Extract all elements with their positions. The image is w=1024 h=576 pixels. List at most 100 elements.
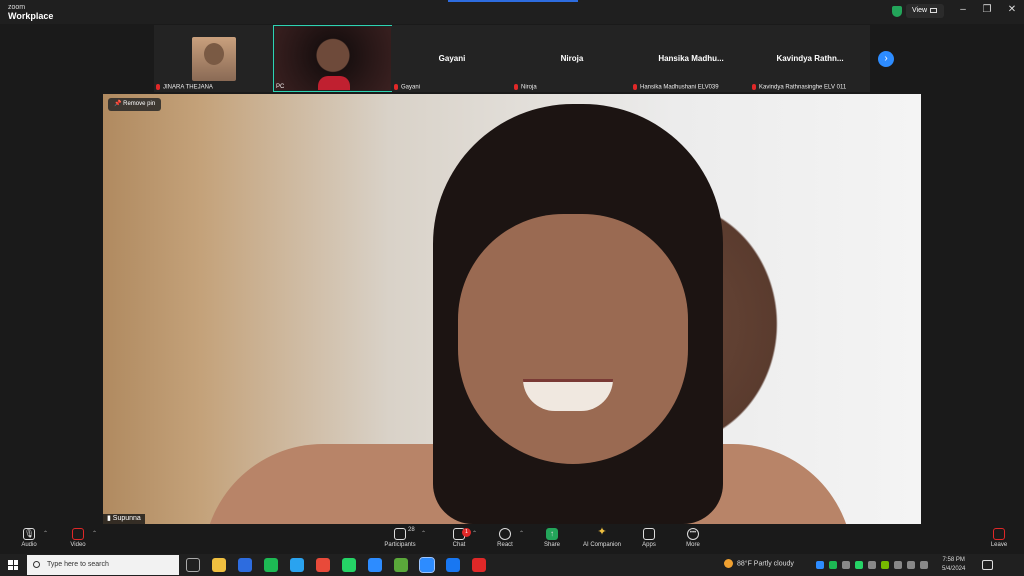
clock-time: 7:58 PM bbox=[942, 557, 965, 563]
participant-tile[interactable]: Hansika Madhu... Hansika Madhushani ELV0… bbox=[631, 25, 751, 92]
react-button[interactable]: React ⌃ bbox=[494, 528, 524, 548]
audio-label: Audio bbox=[21, 542, 37, 548]
participant-label: Kavindya Rathnasinghe ELV 011 bbox=[759, 85, 847, 91]
muted-mic-icon bbox=[156, 84, 160, 91]
muted-mic-icon bbox=[752, 84, 756, 91]
close-button[interactable]: ✕ bbox=[1004, 4, 1020, 15]
file-explorer-icon[interactable] bbox=[212, 558, 226, 572]
participant-video bbox=[275, 27, 391, 90]
maximize-button[interactable]: ❐ bbox=[979, 4, 995, 15]
clock-date: 5/4/2024 bbox=[942, 566, 966, 572]
participants-icon bbox=[394, 528, 406, 540]
muted-mic-icon bbox=[394, 84, 398, 91]
more-button[interactable]: ••• More bbox=[683, 528, 703, 548]
task-view-icon[interactable] bbox=[186, 558, 200, 572]
participants-count: 28 bbox=[408, 527, 415, 533]
main-video: 📌 Remove pin ▮ Supunna bbox=[103, 94, 921, 524]
participant-tile[interactable]: Kavindya Rathn... Kavindya Rathnasinghe … bbox=[750, 25, 870, 92]
speaker-icon[interactable] bbox=[920, 561, 928, 569]
muted-mic-icon bbox=[633, 84, 637, 91]
ai-companion-button[interactable]: ✦ AI Companion bbox=[581, 526, 623, 549]
chevron-right-icon[interactable]: › bbox=[878, 51, 894, 67]
chat-label: Chat bbox=[452, 542, 466, 548]
remove-pin-label: Remove pin bbox=[123, 101, 156, 107]
participants-label: Participants bbox=[384, 542, 416, 548]
store-icon[interactable] bbox=[238, 558, 252, 572]
remove-pin-button[interactable]: 📌 Remove pin bbox=[108, 98, 162, 111]
share-button[interactable]: ↑ Share bbox=[541, 528, 563, 548]
sparkle-icon: ✦ bbox=[597, 526, 607, 538]
share-label: Share bbox=[543, 542, 560, 548]
chat-button[interactable]: Chat 1 ⌃ bbox=[449, 528, 477, 548]
zoom-icon[interactable] bbox=[419, 557, 435, 573]
chevron-up-icon[interactable]: ⌃ bbox=[519, 530, 524, 537]
spotify-icon[interactable] bbox=[264, 558, 278, 572]
chevron-up-icon[interactable]: ⌃ bbox=[472, 530, 477, 537]
video-label: Video bbox=[70, 542, 86, 548]
audio-button[interactable]: 🎙 Audio ⌃ bbox=[18, 528, 48, 548]
leave-label: Leave bbox=[990, 542, 1008, 548]
mic-icon: 🎙 bbox=[23, 528, 35, 540]
chevron-up-icon[interactable]: ⌃ bbox=[92, 530, 97, 537]
view-label: View bbox=[912, 7, 928, 14]
participant-name: Gayani bbox=[438, 54, 466, 63]
leave-door-icon bbox=[993, 528, 1005, 540]
title-accent-bar bbox=[448, 0, 578, 2]
app-icon[interactable] bbox=[394, 558, 408, 572]
heart-icon bbox=[499, 528, 511, 540]
participants-button[interactable]: Participants 28 ⌃ bbox=[382, 527, 426, 548]
edge-icon[interactable] bbox=[368, 558, 382, 572]
chat-badge: 1 bbox=[462, 528, 471, 537]
apps-label: Apps bbox=[642, 542, 656, 548]
participant-label: PC bbox=[276, 84, 285, 90]
participant-label: Gayani bbox=[401, 85, 421, 91]
whatsapp-tray-icon[interactable] bbox=[855, 561, 863, 569]
tray-icon[interactable] bbox=[868, 561, 876, 569]
weather-widget[interactable]: 88°F Partly cloudy bbox=[724, 559, 794, 568]
speaker-face bbox=[458, 214, 688, 464]
muted-mic-icon bbox=[514, 84, 518, 91]
video-button[interactable]: Video ⌃ bbox=[67, 528, 97, 548]
participant-name: Kavindya Rathn... bbox=[776, 54, 844, 63]
windows-start-icon[interactable] bbox=[8, 560, 18, 570]
participant-label: JINARA THEJANA bbox=[163, 85, 213, 91]
apps-button[interactable]: Apps bbox=[639, 528, 659, 548]
participant-tile[interactable]: Gayani Gayani bbox=[392, 25, 512, 92]
video-camera-icon bbox=[72, 528, 84, 540]
shield-icon[interactable] bbox=[892, 6, 902, 17]
logo-bottom: Workplace bbox=[8, 11, 54, 21]
zoom-tray-icon[interactable] bbox=[816, 561, 824, 569]
share-arrow-icon: ↑ bbox=[546, 528, 558, 540]
tray-icon[interactable] bbox=[907, 561, 915, 569]
participant-video bbox=[192, 37, 236, 81]
network-icon[interactable] bbox=[894, 561, 902, 569]
view-button[interactable]: View bbox=[906, 4, 944, 18]
leave-button[interactable]: Leave bbox=[988, 528, 1010, 548]
windows-taskbar: Type here to search 88°F Partly cloudy 7… bbox=[0, 554, 1024, 576]
chevron-up-icon[interactable]: ⌃ bbox=[43, 530, 48, 537]
whatsapp-icon[interactable] bbox=[342, 558, 356, 572]
taskbar-clock[interactable]: 7:58 PM 5/4/2024 bbox=[942, 556, 965, 574]
speaker-label: ▮ Supunna bbox=[103, 514, 145, 524]
tray-icon[interactable] bbox=[842, 561, 850, 569]
chevron-up-icon[interactable]: ⌃ bbox=[421, 530, 426, 537]
participant-tile[interactable]: PC bbox=[273, 25, 393, 92]
spotify-tray-icon[interactable] bbox=[829, 561, 837, 569]
participant-tile[interactable]: Niroja Niroja bbox=[512, 25, 632, 92]
notification-icon[interactable] bbox=[982, 560, 993, 570]
participant-tile[interactable]: JINARA THEJANA bbox=[154, 25, 274, 92]
zoom-logo: zoom Workplace bbox=[8, 3, 53, 21]
nvidia-tray-icon[interactable] bbox=[881, 561, 889, 569]
taskbar-search[interactable]: Type here to search bbox=[27, 555, 179, 575]
facebook-icon[interactable] bbox=[446, 558, 460, 572]
search-placeholder: Type here to search bbox=[47, 561, 109, 568]
participant-label: Hansika Madhushani ELV039 bbox=[640, 85, 719, 91]
telegram-icon[interactable] bbox=[290, 558, 304, 572]
minimize-button[interactable]: – bbox=[955, 4, 971, 15]
search-icon bbox=[33, 561, 40, 568]
app-icon[interactable] bbox=[472, 558, 486, 572]
title-bar: zoom Workplace View – ❐ ✕ bbox=[0, 0, 1024, 24]
chrome-icon[interactable] bbox=[316, 558, 330, 572]
react-label: React bbox=[497, 542, 513, 548]
grid-icon bbox=[930, 7, 938, 13]
